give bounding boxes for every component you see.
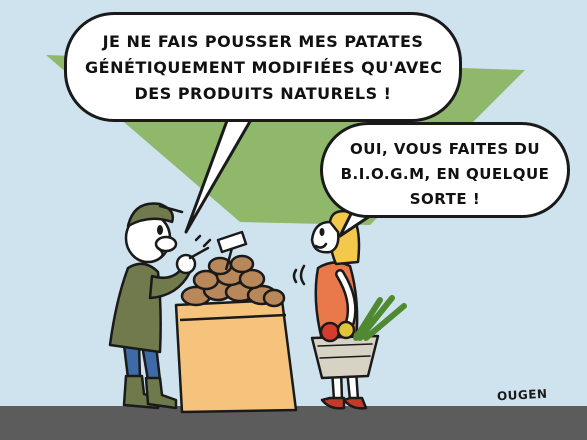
farmer-speech-line: JE NE FAIS POUSSER MES PATATES bbox=[102, 32, 424, 51]
potato-pile bbox=[180, 254, 286, 308]
cartoon-scene: JE NE FAIS POUSSER MES PATATES GÉNÉTIQUE… bbox=[0, 0, 587, 440]
woman-speech-bubble: OUI, VOUS FAITES DU B.I.O.G.M, EN QUELQU… bbox=[320, 122, 570, 218]
basket-greens bbox=[353, 295, 407, 341]
woman-speech-line: B.I.O.G.M, EN QUELQUE bbox=[340, 165, 550, 183]
woman-speech-line: OUI, VOUS FAITES DU bbox=[349, 140, 541, 158]
price-sign bbox=[216, 230, 248, 254]
farmer-speech-line: DES PRODUITS NATURELS ! bbox=[134, 84, 392, 103]
artist-signature: OUGEN bbox=[496, 386, 548, 404]
woman-head bbox=[310, 220, 340, 254]
farmer-speech-line: GÉNÉTIQUEMENT MODIFIÉES QU'AVEC bbox=[85, 58, 443, 77]
farmer-speech-bubble: JE NE FAIS POUSSER MES PATATES GÉNÉTIQUE… bbox=[64, 12, 462, 122]
woman bbox=[292, 209, 407, 410]
woman-speech-line: SORTE ! bbox=[409, 190, 481, 208]
